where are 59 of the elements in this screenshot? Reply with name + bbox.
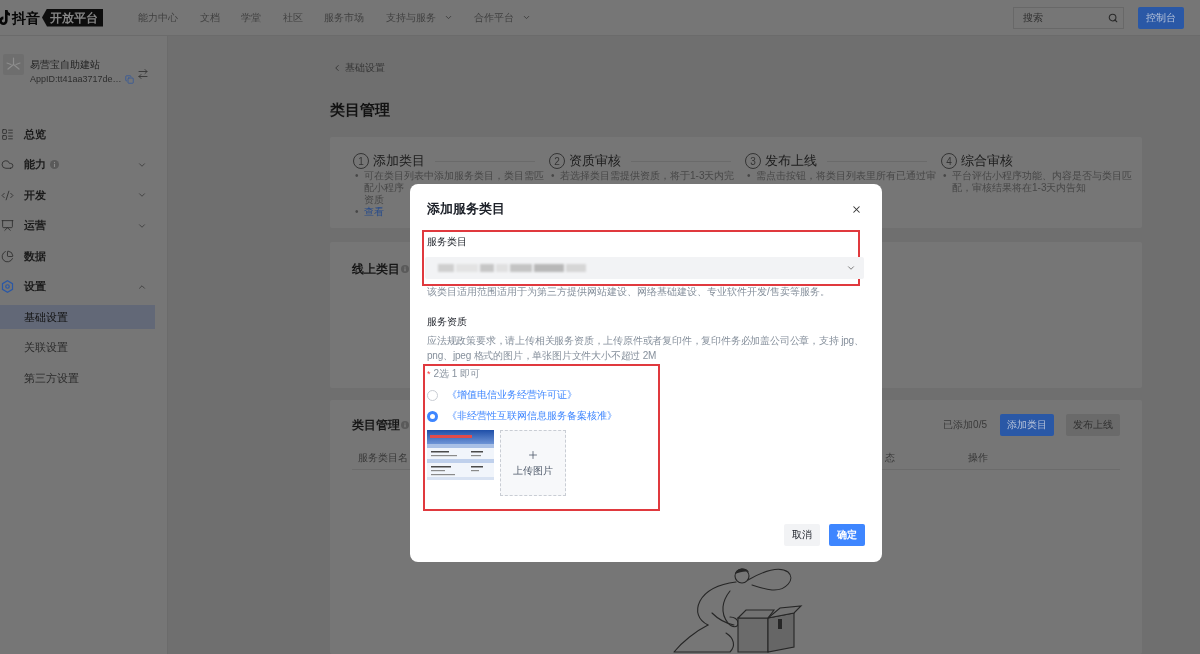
field-label: 服务资质 xyxy=(427,316,467,328)
bullet-mark: • xyxy=(355,170,360,182)
bullet-mark: • xyxy=(551,170,556,182)
sidebar-item[interactable]: 运营 xyxy=(0,210,167,241)
sidebar-item[interactable]: 设置 xyxy=(0,271,167,302)
field-label: 服务类目 xyxy=(427,236,467,248)
confirm-button[interactable]: 确定 xyxy=(829,524,865,546)
plus-icon xyxy=(527,448,539,461)
step-title: 综合审核 xyxy=(961,153,1013,169)
search-field[interactable]: 搜索 xyxy=(1013,6,1124,29)
code-icon xyxy=(1,188,14,202)
chevron-left-icon xyxy=(332,63,342,73)
close-icon[interactable] xyxy=(851,203,862,215)
platform-tag: 开放平台 xyxy=(42,8,103,27)
sidebar-item[interactable]: 数据 xyxy=(0,241,167,272)
radio-button[interactable] xyxy=(427,389,438,401)
modal-title: 添加服务类目 xyxy=(427,201,505,217)
console-button[interactable]: 控制台 xyxy=(1138,6,1184,29)
step-title: 资质审核 xyxy=(569,153,621,169)
document-link[interactable]: 《增值电信业务经营许可证》 xyxy=(447,389,577,401)
app-id: AppID:tt41aa3717de… xyxy=(30,74,122,85)
required-mark: * xyxy=(427,368,431,380)
upload-button[interactable]: 上传图片 xyxy=(500,430,566,496)
info-icon xyxy=(401,265,409,273)
cloud-icon xyxy=(1,158,14,172)
cancel-button[interactable]: 取消 xyxy=(784,524,820,546)
search-icon[interactable] xyxy=(1108,12,1118,23)
requirement-text: 2选 1 即可 xyxy=(433,368,481,380)
copy-icon[interactable] xyxy=(124,75,134,84)
step-title: 发布上线 xyxy=(765,153,817,169)
chevron-down-icon xyxy=(846,263,856,273)
field-hint: 该类目适用范围适用于为第三方提供网站建设、网络基础建设、专业软件开发/售卖等服务。 xyxy=(427,286,831,298)
bullet-mark: • xyxy=(747,170,752,182)
swap-icon[interactable] xyxy=(137,68,149,80)
card-title: 线上类目 xyxy=(352,261,400,277)
bullet-mark: • xyxy=(355,206,360,218)
chart-board-icon xyxy=(1,219,14,233)
music-note-icon xyxy=(0,9,10,26)
brand-name: 抖音 xyxy=(12,8,40,27)
info-icon xyxy=(401,421,409,429)
sidebar-item[interactable]: 能力 xyxy=(0,149,167,180)
card-title: 类目管理 xyxy=(352,417,400,433)
action-button[interactable]: 添加类目 xyxy=(1000,414,1054,436)
field-description: 应法规政策要求，请上传相关服务资质，上传原件或者复印件，复印件务必加盖公司公章，支持 jpg、png、jpeg 格式的图片，单张图片文件大小不超过 2M xyxy=(427,334,865,363)
sidebar-subitem[interactable]: 基础设置 xyxy=(0,305,155,330)
page-title: 类目管理 xyxy=(330,102,390,118)
help-link[interactable]: 查看 xyxy=(364,206,384,218)
list-icon xyxy=(1,127,14,141)
document-link[interactable]: 《非经营性互联网信息服务备案核准》 xyxy=(447,410,617,422)
select-field[interactable] xyxy=(425,257,864,279)
radio-button[interactable] xyxy=(427,410,438,422)
app-icon xyxy=(3,54,24,75)
step-title: 添加类目 xyxy=(373,153,425,169)
settings-icon xyxy=(1,280,14,294)
sidebar-item[interactable]: 开发 xyxy=(0,180,167,211)
bullet-mark: • xyxy=(943,170,948,182)
pie-chart-icon xyxy=(1,249,14,263)
sidebar-item[interactable]: 总览 xyxy=(0,119,167,150)
app-name: 易营宝自助建站 xyxy=(30,59,101,71)
